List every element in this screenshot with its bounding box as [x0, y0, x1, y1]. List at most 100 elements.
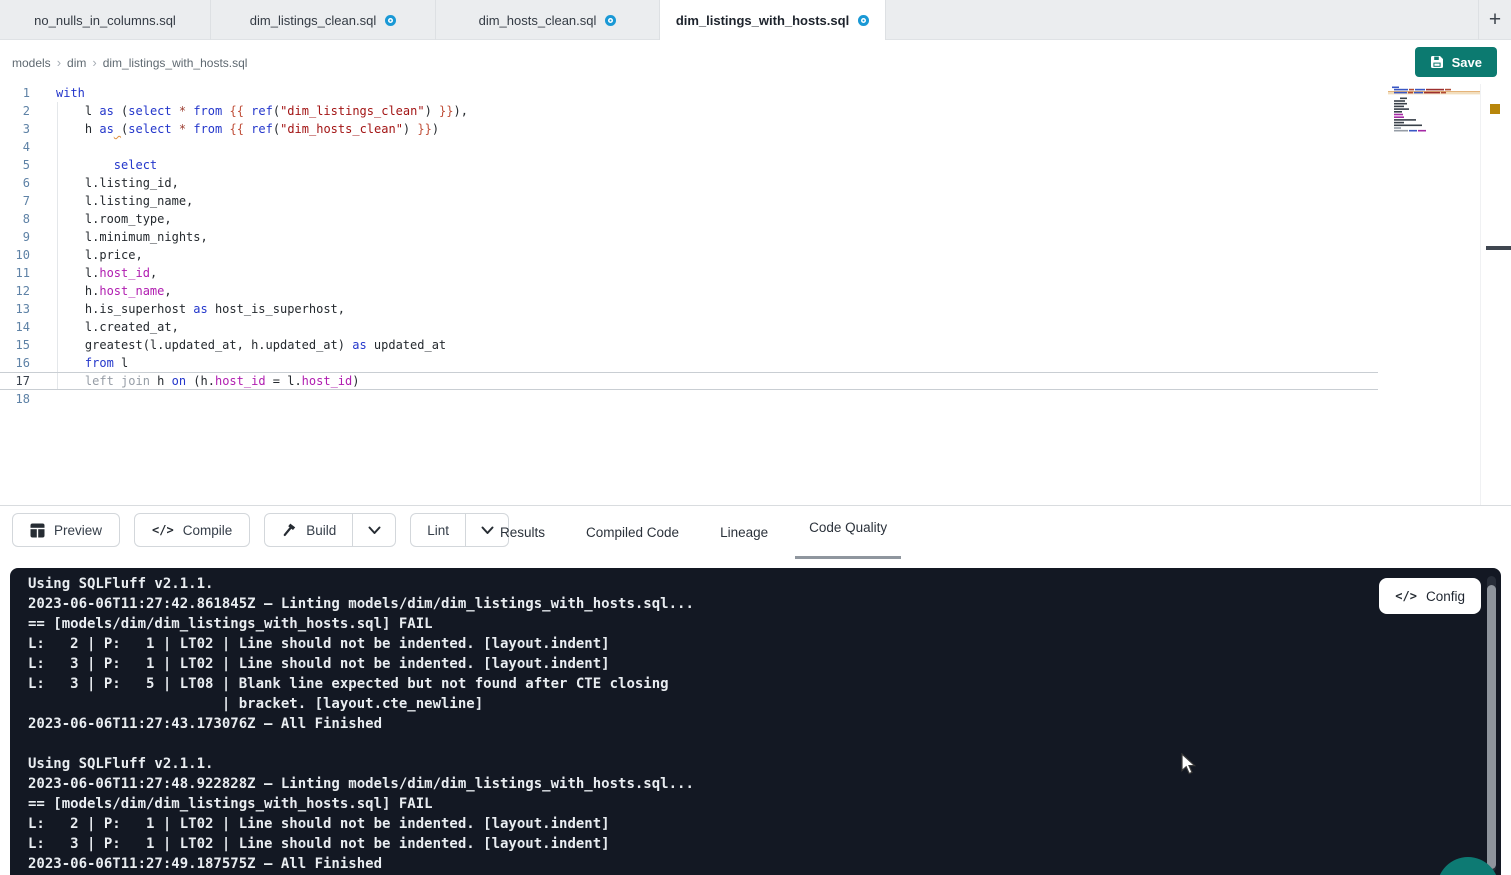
line-number: 7 [0, 192, 30, 210]
ruler-cursor-marker [1486, 246, 1511, 250]
breadcrumb-item-dim[interactable]: dim [67, 56, 86, 70]
chevron-right-icon: › [92, 55, 96, 70]
save-button[interactable]: Save [1415, 47, 1497, 77]
code-line[interactable]: 17 left join h on (h.host_id = l.host_id… [0, 372, 1378, 390]
code-text: l.price, [56, 246, 143, 264]
editor-tab-bar: no_nulls_in_columns.sql dim_listings_cle… [0, 0, 1511, 40]
code-line[interactable]: 5 select [0, 156, 1511, 174]
terminal-line: 2023-06-06T11:27:48.922828Z — Linting mo… [28, 774, 1381, 794]
code-line[interactable]: 15 greatest(l.updated_at, h.updated_at) … [0, 336, 1511, 354]
terminal-line: 2023-06-06T11:27:42.861845Z — Linting mo… [28, 594, 1381, 614]
toolbar-buttons: Preview </> Compile Build Lint [12, 513, 509, 547]
tab-label: dim_hosts_clean.sql [479, 13, 597, 28]
ruler-warning-marker [1490, 104, 1500, 114]
code-text: h.is_superhost as host_is_superhost, [56, 300, 345, 318]
compile-label: Compile [183, 523, 233, 538]
terminal-line: L: 2 | P: 1 | LT02 | Line should not be … [28, 634, 1381, 654]
action-toolbar: Preview </> Compile Build Lint [0, 505, 1511, 568]
chevron-right-icon: › [57, 55, 61, 70]
terminal-line: == [models/dim/dim_listings_with_hosts.s… [28, 794, 1381, 814]
code-line[interactable]: 10 l.price, [0, 246, 1511, 264]
terminal-line: Using SQLFluff v2.1.1. [28, 754, 1381, 774]
code-text: l.created_at, [56, 318, 179, 336]
tab-lineage[interactable]: Lineage [716, 520, 772, 554]
line-number: 9 [0, 228, 30, 246]
terminal-output: Using SQLFluff v2.1.1.2023-06-06T11:27:4… [28, 574, 1381, 874]
terminal-line: == [models/dim/dim_listings_with_hosts.s… [28, 614, 1381, 634]
tab-label: no_nulls_in_columns.sql [34, 13, 176, 28]
breadcrumb-item-file[interactable]: dim_listings_with_hosts.sql [103, 56, 248, 70]
code-line[interactable]: 18 [0, 390, 1511, 408]
code-line[interactable]: 2 l as (select * from {{ ref("dim_listin… [0, 102, 1511, 120]
code-text: l.host_id, [56, 264, 157, 282]
build-button[interactable]: Build [265, 514, 353, 546]
tab-no-nulls-in-columns[interactable]: no_nulls_in_columns.sql [0, 0, 211, 40]
code-text: greatest(l.updated_at, h.updated_at) as … [56, 336, 446, 354]
compile-button[interactable]: </> Compile [134, 513, 250, 547]
tab-dim-listings-clean[interactable]: dim_listings_clean.sql [211, 0, 436, 40]
code-text: left join h on (h.host_id = l.host_id) [56, 373, 359, 389]
code-line[interactable]: 6 l.listing_id, [0, 174, 1511, 192]
table-icon [30, 523, 45, 538]
tab-label: dim_listings_with_hosts.sql [676, 13, 849, 28]
line-number: 1 [0, 84, 30, 102]
tab-compiled-code[interactable]: Compiled Code [582, 520, 683, 554]
line-number: 2 [0, 102, 30, 120]
code-text: with [56, 84, 85, 102]
floppy-disk-icon [1430, 55, 1444, 69]
line-number: 3 [0, 120, 30, 138]
line-number: 8 [0, 210, 30, 228]
breadcrumb-item-models[interactable]: models [12, 56, 51, 70]
code-line[interactable]: 11 l.host_id, [0, 264, 1511, 282]
code-line[interactable]: 3 h as (select * from {{ ref("dim_hosts_… [0, 120, 1511, 138]
terminal-scrollbar-thumb[interactable] [1487, 585, 1496, 869]
code-line[interactable]: 13 h.is_superhost as host_is_superhost, [0, 300, 1511, 318]
code-line[interactable]: 7 l.listing_name, [0, 192, 1511, 210]
tab-dim-listings-with-hosts[interactable]: dim_listings_with_hosts.sql [660, 0, 886, 41]
tab-results[interactable]: Results [496, 520, 549, 554]
code-text: h as (select * from {{ ref("dim_hosts_cl… [56, 120, 439, 138]
config-label: Config [1426, 589, 1465, 604]
code-text: l as (select * from {{ ref("dim_listings… [56, 102, 468, 120]
code-line[interactable]: 8 l.room_type, [0, 210, 1511, 228]
unsaved-changes-dot-icon [605, 15, 616, 26]
line-number: 4 [0, 138, 30, 156]
code-text: l.room_type, [56, 210, 172, 228]
code-editor[interactable]: 1with2 l as (select * from {{ ref("dim_l… [0, 84, 1511, 505]
terminal-line [28, 734, 1381, 754]
terminal-line: L: 3 | P: 5 | LT08 | Blank line expected… [28, 674, 1381, 694]
code-lines: 1with2 l as (select * from {{ ref("dim_l… [0, 84, 1511, 408]
line-number: 12 [0, 282, 30, 300]
file-header-bar: models › dim › dim_listings_with_hosts.s… [0, 40, 1511, 84]
code-line[interactable]: 12 h.host_name, [0, 282, 1511, 300]
terminal-line: 2023-06-06T11:27:49.187575Z — All Finish… [28, 854, 1381, 874]
code-brackets-icon: </> [1395, 589, 1417, 603]
line-number: 5 [0, 156, 30, 174]
build-dropdown-button[interactable] [353, 514, 395, 546]
chevron-down-icon [368, 526, 381, 535]
lint-button[interactable]: Lint [411, 514, 466, 546]
preview-button[interactable]: Preview [12, 513, 120, 547]
new-tab-button[interactable]: + [1478, 0, 1511, 40]
config-button[interactable]: </> Config [1379, 578, 1481, 614]
terminal-line: L: 2 | P: 1 | LT02 | Line should not be … [28, 814, 1381, 834]
tab-code-quality[interactable]: Code Quality [805, 520, 891, 554]
minimap[interactable] [1388, 86, 1480, 134]
code-line[interactable]: 1 with [0, 84, 1511, 102]
terminal-line: L: 3 | P: 1 | LT02 | Line should not be … [28, 834, 1381, 854]
line-number: 17 [0, 373, 30, 389]
line-number: 15 [0, 336, 30, 354]
line-number: 6 [0, 174, 30, 192]
tab-label: dim_listings_clean.sql [250, 13, 376, 28]
code-line[interactable]: 4 [0, 138, 1511, 156]
preview-label: Preview [54, 523, 102, 538]
code-line[interactable]: 14 l.created_at, [0, 318, 1511, 336]
line-number: 18 [0, 390, 30, 408]
lint-output-terminal: Using SQLFluff v2.1.1.2023-06-06T11:27:4… [10, 568, 1501, 875]
terminal-line: L: 3 | P: 1 | LT02 | Line should not be … [28, 654, 1381, 674]
tab-dim-hosts-clean[interactable]: dim_hosts_clean.sql [436, 0, 660, 40]
terminal-line: 2023-06-06T11:27:43.173076Z — All Finish… [28, 714, 1381, 734]
code-line[interactable]: 9 l.minimum_nights, [0, 228, 1511, 246]
code-line[interactable]: 16 from l [0, 354, 1511, 372]
terminal-line: | bracket. [layout.cte_newline] [28, 694, 1381, 714]
